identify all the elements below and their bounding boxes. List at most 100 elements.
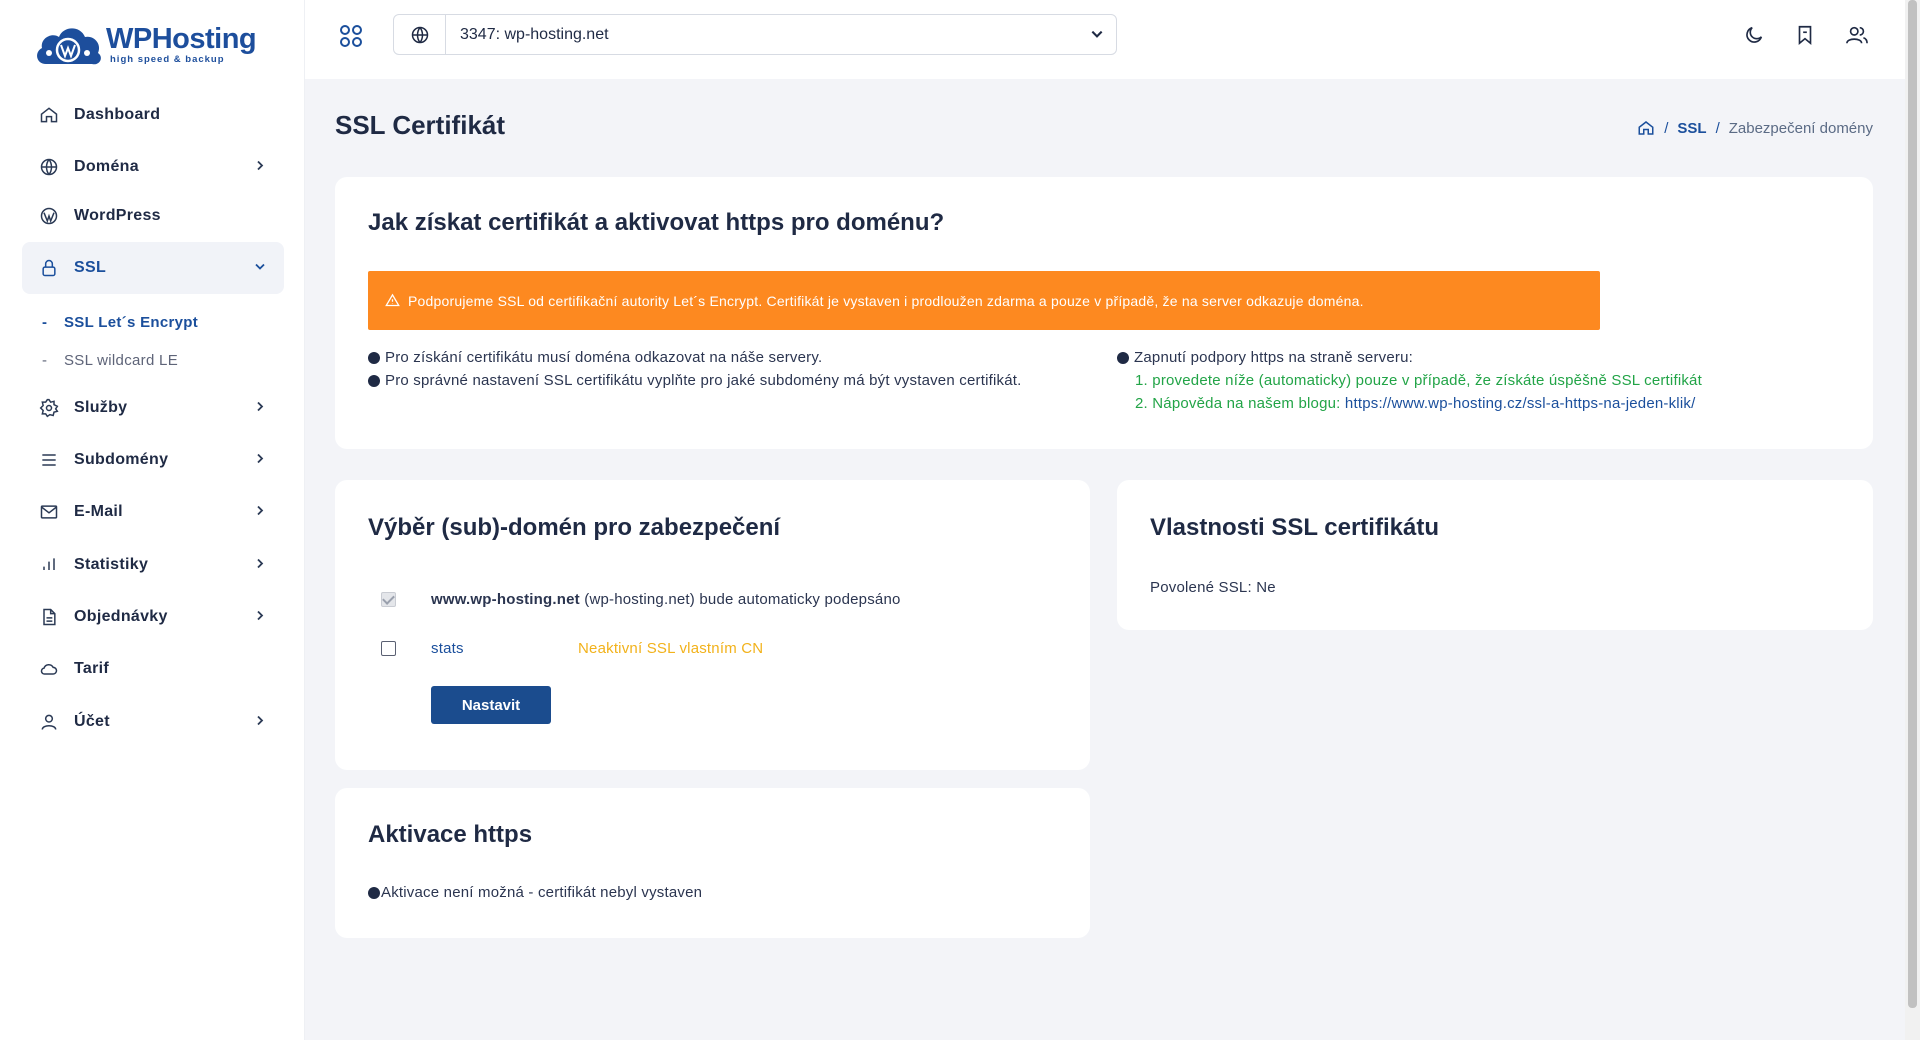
ssl-properties-title: Vlastnosti SSL certifikátu (1150, 514, 1439, 541)
domain-select[interactable]: 3347: wp-hosting.net (393, 14, 1117, 55)
page-title: SSL Certifikát (335, 110, 506, 140)
sidebar-item-wordpress[interactable]: WordPress (22, 191, 284, 241)
scrollbar[interactable] (1905, 0, 1920, 1040)
breadcrumb-separator: / (1664, 119, 1669, 137)
sidebar-item-ucet[interactable]: Účet (22, 697, 284, 747)
bar-chart-icon (38, 554, 60, 576)
domain-row-www: www.wp-hosting.net (wp-hosting.net) bude… (431, 591, 901, 608)
howto-step-2: 2. Nápověda na našem blogu: https://www.… (1135, 395, 1695, 412)
howto-step-2-text: 2. Nápověda na našem blogu: (1135, 395, 1345, 412)
globe-icon (38, 156, 60, 178)
topbar: 3347: wp-hosting.net (305, 0, 1905, 79)
blog-link[interactable]: https://www.wp-hosting.cz/ssl-a-https-na… (1345, 395, 1696, 412)
howto-card: Jak získat certifikát a aktivovat https … (335, 177, 1873, 449)
ssl-allowed-value: Povolené SSL: Ne (1150, 579, 1276, 596)
chevron-right-icon (254, 160, 266, 175)
sidebar-item-label: E-Mail (74, 503, 123, 520)
nastavit-button[interactable]: Nastavit (431, 686, 551, 724)
chevron-right-icon (254, 505, 266, 520)
select-domains-title: Výběr (sub)-domén pro zabezpečení (368, 514, 781, 541)
howto-bullet-text: Pro získání certifikátu musí doména odka… (385, 349, 823, 366)
howto-bullet: Zapnutí podpory https na straně serveru: (1117, 349, 1413, 366)
breadcrumb-separator: / (1715, 119, 1720, 137)
sidebar-item-dashboard[interactable]: Dashboard (22, 90, 284, 140)
warning-icon (385, 293, 400, 308)
sidebar-item-label: SSL (74, 259, 107, 276)
domain-select-value: 3347: wp-hosting.net (460, 25, 609, 43)
howto-title: Jak získat certifikát a aktivovat https … (368, 209, 945, 236)
domain-name: www.wp-hosting.net (431, 591, 580, 608)
sidebar-item-email[interactable]: E-Mail (22, 487, 284, 537)
moon-icon[interactable] (1741, 22, 1767, 48)
chevron-right-icon (254, 558, 266, 573)
bookmark-icon[interactable] (1792, 22, 1818, 48)
brand-logo[interactable]: WPHosting high speed & backup (32, 18, 257, 72)
chevron-right-icon (254, 401, 266, 416)
sidebar-item-subdomeny[interactable]: Subdomény (22, 435, 284, 485)
howto-bullet: Pro získání certifikátu musí doména odka… (368, 349, 822, 366)
cloud-logo-icon (37, 28, 101, 65)
cloud-icon (38, 658, 60, 680)
sidebar-item-label: WordPress (74, 207, 161, 224)
breadcrumb-link-ssl[interactable]: SSL (1677, 120, 1706, 137)
lock-icon (38, 257, 60, 279)
sidebar-item-label: Dashboard (74, 106, 161, 123)
howto-bullet-text: Zapnutí podpory https na straně serveru: (1134, 349, 1413, 366)
gear-icon (38, 397, 60, 419)
wordpress-icon (38, 205, 60, 227)
sidebar-item-ssl[interactable]: SSL (22, 242, 284, 294)
sidebar-item-label: Statistiky (74, 556, 149, 573)
globe-icon (394, 15, 446, 54)
sidebar: WPHosting high speed & backup Dashboard … (0, 0, 305, 1040)
sidebar-subitem-label: SSL wildcard LE (64, 352, 178, 369)
chevron-right-icon (254, 453, 266, 468)
sidebar-item-label: Služby (74, 399, 128, 416)
home-icon (38, 104, 60, 126)
https-activation-status: Aktivace není možná - certifikát nebyl v… (368, 884, 702, 901)
https-activation-card: Aktivace https Aktivace není možná - cer… (335, 788, 1090, 938)
howto-step-1: 1. provedete níže (automaticky) pouze v … (1135, 372, 1702, 389)
howto-bullet: Pro správné nastavení SSL certifikátu vy… (368, 372, 1021, 389)
domain-checkbox-stats[interactable] (381, 641, 396, 656)
chevron-down-icon (1090, 27, 1104, 46)
ssl-properties-card: Vlastnosti SSL certifikátu Povolené SSL:… (1117, 480, 1873, 630)
sidebar-item-domena[interactable]: Doména (22, 142, 284, 192)
alert-text: Podporujeme SSL od certifikační autority… (408, 292, 1364, 309)
sidebar-item-label: Účet (74, 713, 110, 730)
sidebar-item-label: Doména (74, 158, 139, 175)
brand-name: WPHosting (106, 23, 257, 56)
user-icon (38, 711, 60, 733)
select-domains-card: Výběr (sub)-domén pro zabezpečení www.wp… (335, 480, 1090, 770)
domain-checkbox-www[interactable] (381, 592, 396, 607)
sidebar-item-label: Subdomény (74, 451, 169, 468)
sidebar-subitem-ssl-lets-encrypt[interactable]: - SSL Let´s Encrypt (42, 314, 198, 331)
sidebar-item-statistiky[interactable]: Statistiky (22, 540, 284, 590)
sidebar-subitem-label: SSL Let´s Encrypt (64, 314, 199, 331)
chevron-right-icon (254, 715, 266, 730)
breadcrumb-current: Zabezpečení domény (1728, 119, 1873, 137)
https-activation-title: Aktivace https (368, 821, 533, 848)
scrollbar-thumb[interactable] (1908, 0, 1917, 1008)
document-icon (38, 606, 60, 628)
home-icon[interactable] (1637, 119, 1655, 137)
subdomain-name: stats (431, 640, 464, 657)
info-alert: Podporujeme SSL od certifikační autority… (368, 271, 1600, 330)
users-icon[interactable] (1844, 22, 1870, 48)
chevron-right-icon (254, 610, 266, 625)
breadcrumb: / SSL / Zabezpečení domény (1637, 119, 1873, 137)
sidebar-subitem-ssl-wildcard[interactable]: - SSL wildcard LE (42, 352, 178, 369)
sidebar-item-objednavky[interactable]: Objednávky (22, 592, 284, 642)
sidebar-item-sluzby[interactable]: Služby (22, 383, 284, 433)
sidebar-item-label: Objednávky (74, 608, 168, 625)
sidebar-item-label: Tarif (74, 660, 109, 677)
brand-tagline: high speed & backup (110, 54, 225, 66)
sidebar-item-tarif[interactable]: Tarif (22, 644, 284, 694)
apps-grid-icon[interactable] (337, 22, 365, 50)
domain-row-text: (wp-hosting.net) bude automaticky podeps… (579, 591, 901, 608)
subdomain-status: Neaktivní SSL vlastním CN (578, 640, 764, 657)
https-activation-text: Aktivace není možná - certifikát nebyl v… (381, 884, 703, 901)
chevron-down-icon (254, 261, 266, 276)
menu-lines-icon (38, 449, 60, 471)
mail-icon (38, 501, 60, 523)
howto-bullet-text: Pro správné nastavení SSL certifikátu vy… (385, 372, 1022, 389)
